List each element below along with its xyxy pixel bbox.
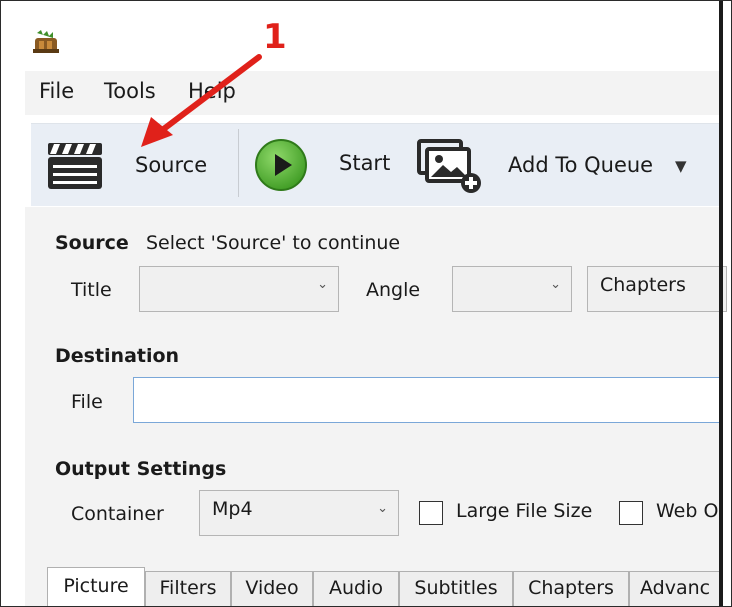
app-window: File Tools Help Source Start bbox=[0, 0, 732, 607]
window-edge bbox=[719, 1, 723, 606]
annotation-arrow-icon bbox=[141, 54, 262, 147]
annotation-step-number: 1 bbox=[263, 17, 287, 57]
